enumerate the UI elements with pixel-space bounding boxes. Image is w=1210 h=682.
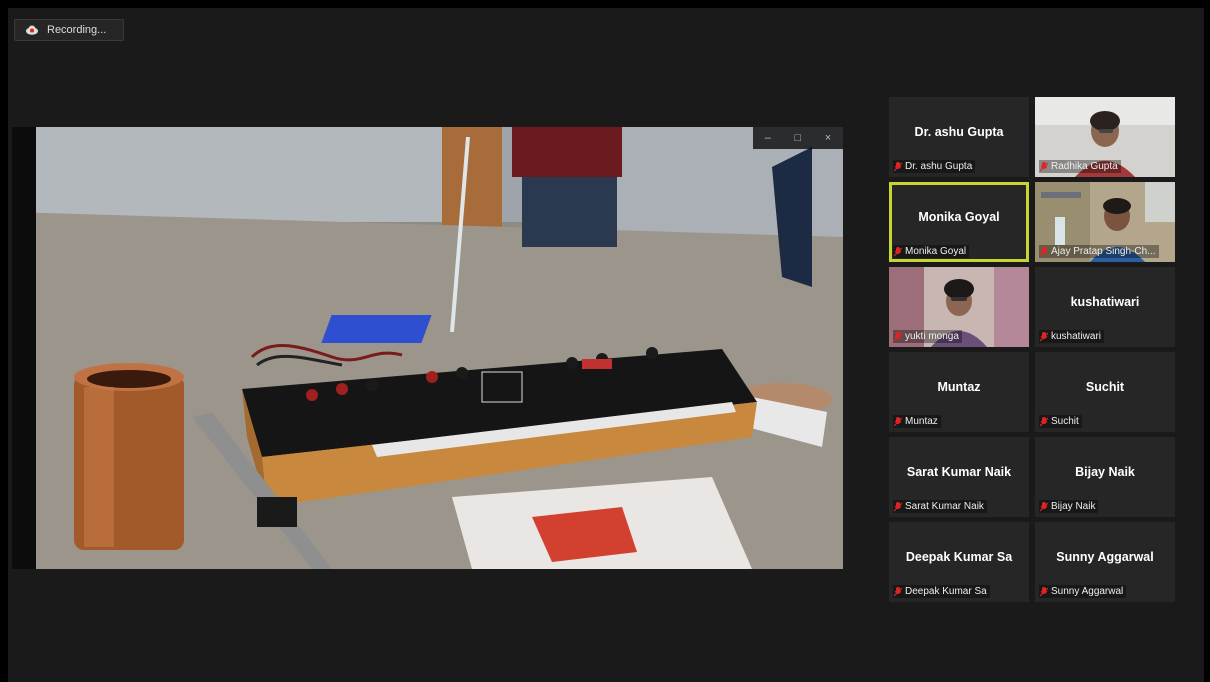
shared-video-frame xyxy=(12,127,843,569)
participant-name: Sunny Aggarwal xyxy=(1051,586,1124,597)
participant-name: kushatiwari xyxy=(1051,331,1102,342)
participant-tile[interactable]: Deepak Kumar Sa Deepak Kumar Sa xyxy=(889,522,1029,602)
participant-name: Suchit xyxy=(1051,416,1079,427)
participant-display-name: Sarat Kumar Naik xyxy=(906,465,1012,479)
participant-tile[interactable]: Suchit Suchit xyxy=(1035,352,1175,432)
participant-tile[interactable]: Monika Goyal Monika Goyal xyxy=(889,182,1029,262)
participant-name: Bijay Naik xyxy=(1051,501,1096,512)
recording-label: Recording... xyxy=(47,24,107,36)
participant-name-label: kushatiwari xyxy=(1039,330,1105,343)
participant-tile[interactable]: Sarat Kumar Naik Sarat Kumar Naik xyxy=(889,437,1029,517)
mic-muted-icon xyxy=(1039,246,1049,257)
mic-muted-icon xyxy=(1039,416,1049,427)
participant-name-label: Sarat Kumar Naik xyxy=(893,500,987,513)
participant-name-label: Deepak Kumar Sa xyxy=(893,585,990,598)
participant-name-label: Monika Goyal xyxy=(893,245,970,258)
shared-video[interactable]: – □ × xyxy=(12,127,843,569)
participant-name-label: Sunny Aggarwal xyxy=(1039,585,1127,598)
participant-name-label: Ajay Pratap Singh-Ch... xyxy=(1039,245,1159,258)
mic-muted-icon xyxy=(893,586,903,597)
participant-name-label: Muntaz xyxy=(893,415,941,428)
participant-tile[interactable]: Muntaz Muntaz xyxy=(889,352,1029,432)
participant-name-label: Radhika Gupta xyxy=(1039,160,1121,173)
mic-muted-icon xyxy=(893,416,903,427)
participant-name: Deepak Kumar Sa xyxy=(905,586,987,597)
participant-name-label: Bijay Naik xyxy=(1039,500,1099,513)
participant-tile[interactable]: yukti monga xyxy=(889,267,1029,347)
participant-display-name: Dr. ashu Gupta xyxy=(914,125,1004,139)
mic-muted-icon xyxy=(1039,331,1049,342)
participant-tile[interactable]: Ajay Pratap Singh-Ch... xyxy=(1035,182,1175,262)
participant-tile[interactable]: Radhika Gupta xyxy=(1035,97,1175,177)
participant-tile[interactable]: Bijay Naik Bijay Naik xyxy=(1035,437,1175,517)
participant-name: Sarat Kumar Naik xyxy=(905,501,984,512)
mic-muted-icon xyxy=(1039,501,1049,512)
cloud-record-icon xyxy=(25,25,39,35)
participant-name: Ajay Pratap Singh-Ch... xyxy=(1051,246,1156,257)
mic-muted-icon xyxy=(1039,161,1049,172)
participant-name: Monika Goyal xyxy=(905,246,967,257)
participant-display-name: Muntaz xyxy=(937,380,981,394)
share-window-controls: – □ × xyxy=(753,127,843,149)
participant-display-name: Sunny Aggarwal xyxy=(1056,550,1154,564)
participant-tile[interactable]: Sunny Aggarwal Sunny Aggarwal xyxy=(1035,522,1175,602)
participant-name: yukti monga xyxy=(905,331,959,342)
participant-name: Dr. ashu Gupta xyxy=(905,161,973,172)
participant-display-name: kushatiwari xyxy=(1070,295,1140,309)
mic-muted-icon xyxy=(893,331,903,342)
participant-tile[interactable]: Dr. ashu Gupta Dr. ashu Gupta xyxy=(889,97,1029,177)
mic-muted-icon xyxy=(893,501,903,512)
participant-name-label: Suchit xyxy=(1039,415,1082,428)
participant-name: Radhika Gupta xyxy=(1051,161,1118,172)
close-icon[interactable]: × xyxy=(825,132,831,144)
maximize-icon[interactable]: □ xyxy=(795,132,802,144)
mic-muted-icon xyxy=(1039,586,1049,597)
participant-display-name: Deepak Kumar Sa xyxy=(905,550,1013,564)
participant-name-label: Dr. ashu Gupta xyxy=(893,160,976,173)
participant-name-label: yukti monga xyxy=(893,330,962,343)
participant-tile[interactable]: kushatiwari kushatiwari xyxy=(1035,267,1175,347)
mic-muted-icon xyxy=(893,246,903,257)
participant-display-name: Monika Goyal xyxy=(918,210,1000,224)
participant-display-name: Suchit xyxy=(1085,380,1125,394)
recording-indicator[interactable]: Recording... xyxy=(14,19,124,41)
participant-name: Muntaz xyxy=(905,416,938,427)
minimize-icon[interactable]: – xyxy=(765,132,771,144)
mic-muted-icon xyxy=(893,161,903,172)
participant-display-name: Bijay Naik xyxy=(1075,465,1135,479)
